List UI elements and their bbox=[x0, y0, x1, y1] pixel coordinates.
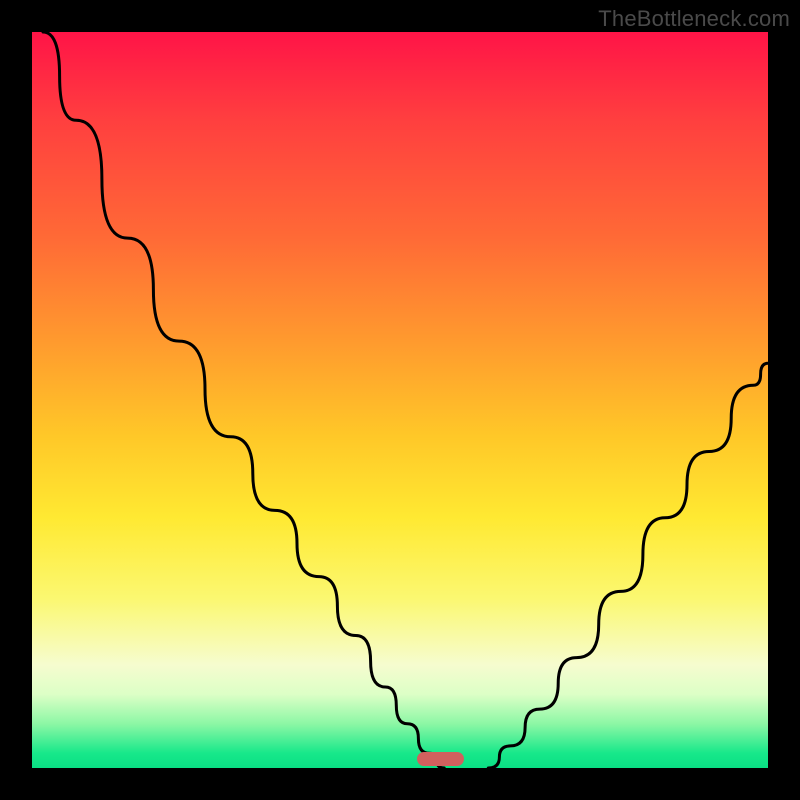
curve-right-path bbox=[488, 363, 768, 768]
watermark-text: TheBottleneck.com bbox=[598, 6, 790, 32]
curve-left-path bbox=[43, 32, 444, 768]
bottleneck-marker bbox=[417, 752, 465, 766]
chart-frame: TheBottleneck.com bbox=[0, 0, 800, 800]
plot-area bbox=[32, 32, 768, 768]
bottleneck-curve bbox=[32, 32, 768, 768]
